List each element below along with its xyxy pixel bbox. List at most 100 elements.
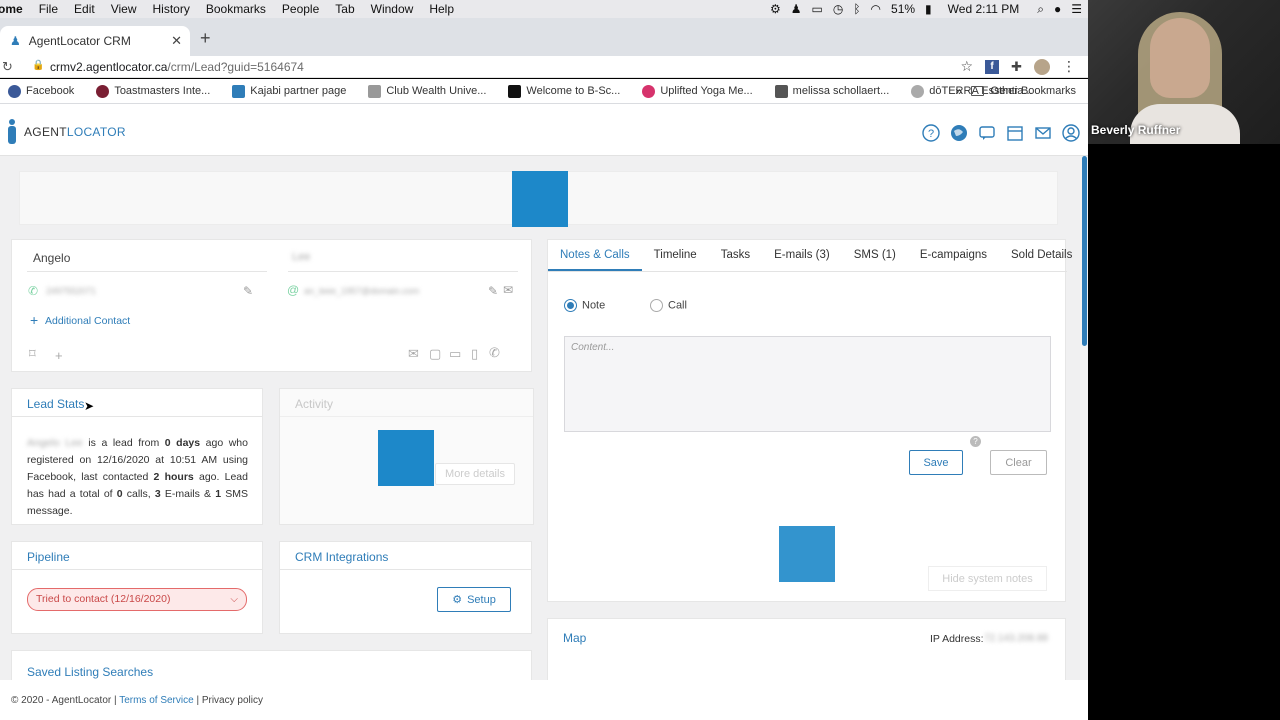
menu-bookmarks[interactable]: Bookmarks xyxy=(198,2,274,16)
terms-of-service-link[interactable]: Terms of Service xyxy=(119,695,193,706)
add-tag-icon[interactable]: + xyxy=(55,348,63,363)
bookmark-melissa[interactable]: melissa schollaert... xyxy=(767,84,889,98)
additional-contact-link[interactable]: Additional Contact xyxy=(45,315,130,327)
facebook-extension-icon[interactable]: f xyxy=(985,59,1000,74)
last-name-field[interactable]: Lee xyxy=(292,251,310,263)
tab-tasks[interactable]: Tasks xyxy=(709,240,762,271)
menu-app[interactable]: ome xyxy=(0,2,31,16)
edit-phone-icon[interactable]: ✎ xyxy=(243,284,253,298)
battery-icon[interactable]: ▮ xyxy=(925,2,932,16)
close-tab-icon[interactable]: ✕ xyxy=(171,33,182,49)
menu-help[interactable]: Help xyxy=(421,2,462,16)
browser-tab-bar: ♟ AgentLocator CRM ✕ + xyxy=(0,18,1088,56)
radio-call[interactable]: Call xyxy=(650,299,687,312)
phone-value[interactable]: 2497552071 xyxy=(46,286,96,296)
setup-button[interactable]: ⚙ Setup xyxy=(437,587,511,612)
menu-dots-icon[interactable]: ⋮ xyxy=(1062,58,1076,75)
note-content-textarea[interactable]: Content... xyxy=(564,336,1051,432)
star-icon[interactable]: ☆ xyxy=(961,58,974,75)
bookmark-b-sc[interactable]: Welcome to B-Sc... xyxy=(500,84,620,98)
zoom-icon[interactable]: ⚙ xyxy=(770,2,781,16)
calendar-icon[interactable] xyxy=(1006,124,1024,142)
tab-emails[interactable]: E-mails (3) xyxy=(762,240,842,271)
bookmarks-overflow-icon[interactable]: » xyxy=(955,84,962,98)
bookmark-club-wealth[interactable]: Club Wealth Unive... xyxy=(360,84,487,98)
spotlight-icon[interactable]: ⌕ xyxy=(1037,2,1044,17)
clock-icon[interactable]: ◷ xyxy=(833,2,843,16)
save-button[interactable]: Save xyxy=(909,450,963,475)
browser-tab[interactable]: ♟ AgentLocator CRM ✕ xyxy=(0,26,190,56)
menu-view[interactable]: View xyxy=(103,2,145,16)
video-call-tile[interactable]: Beverly Ruffner xyxy=(1088,0,1280,144)
tab-sold-details[interactable]: Sold Details xyxy=(999,240,1084,271)
reload-icon[interactable]: ↻ xyxy=(2,59,13,75)
send-email-icon[interactable]: ✉ xyxy=(503,283,513,297)
menu-history[interactable]: History xyxy=(145,2,198,16)
menu-window[interactable]: Window xyxy=(363,2,422,16)
first-name-field[interactable]: Angelo xyxy=(33,251,70,265)
brand-suffix: LOCATOR xyxy=(66,125,126,139)
mac-menu-bar: ome File Edit View History Bookmarks Peo… xyxy=(0,0,1088,18)
doterra-icon xyxy=(911,84,925,98)
bookmark-uplifted-yoga[interactable]: Uplifted Yoga Me... xyxy=(634,84,753,98)
menu-tab[interactable]: Tab xyxy=(327,2,362,16)
clock-text[interactable]: Wed 2:11 PM xyxy=(948,2,1020,16)
menu-people[interactable]: People xyxy=(274,2,327,16)
bluetooth-icon[interactable]: ᛒ xyxy=(853,2,860,16)
wifi-icon[interactable]: ◠ xyxy=(871,2,881,16)
open-mail-icon[interactable]: ✉ xyxy=(408,346,419,362)
bookmark-label: Club Wealth Unive... xyxy=(386,85,487,97)
display-icon[interactable]: ▭ xyxy=(812,2,823,16)
extensions-icon[interactable]: ✚ xyxy=(1011,59,1022,75)
help-icon[interactable]: ? xyxy=(922,124,940,142)
tab-notes-calls[interactable]: Notes & Calls xyxy=(548,240,642,271)
other-bookmarks[interactable]: Other Bookmarks xyxy=(971,85,1076,97)
radio-note[interactable]: Note xyxy=(564,299,605,312)
control-center-icon[interactable]: ☰ xyxy=(1071,2,1082,16)
mouse-cursor-icon: ➤ xyxy=(84,399,95,413)
app-logo[interactable]: AGENTLOCATOR xyxy=(6,118,126,146)
pipeline-status-select[interactable]: Tried to contact (12/16/2020) ⌵ xyxy=(27,588,247,611)
page-footer: © 2020 - AgentLocator | Terms of Service… xyxy=(0,680,1088,720)
profile-avatar[interactable] xyxy=(1034,58,1050,75)
tab-sms[interactable]: SMS (1) xyxy=(842,240,908,271)
agent-figure-icon xyxy=(8,119,16,144)
page-scrollbar[interactable] xyxy=(1080,156,1088,680)
clear-button[interactable]: Clear xyxy=(990,450,1047,475)
address-bar-row: ↻ 🔒 crmv2.agentlocator.ca/crm/Lead?guid=… xyxy=(0,56,1088,78)
tab-e-campaigns[interactable]: E-campaigns xyxy=(908,240,999,271)
chat-icon[interactable] xyxy=(978,124,996,142)
menu-edit[interactable]: Edit xyxy=(66,2,103,16)
bookmark-facebook[interactable]: Facebook xyxy=(0,84,74,98)
scrollbar-thumb[interactable] xyxy=(1082,156,1087,346)
menu-file[interactable]: File xyxy=(31,2,66,16)
email-value[interactable]: an_leee_1957@domain.com xyxy=(304,286,419,296)
sms-icon[interactable]: ▭ xyxy=(449,346,461,362)
battery-percent[interactable]: 51% xyxy=(891,2,915,16)
lock-icon[interactable]: 🔒 xyxy=(32,60,44,71)
mail-icon[interactable] xyxy=(1034,124,1052,142)
lead-stats-title[interactable]: Lead Stats xyxy=(27,397,84,411)
hide-system-notes-button[interactable]: Hide system notes xyxy=(928,566,1047,591)
bookmark-toastmasters[interactable]: Toastmasters Inte... xyxy=(88,84,210,98)
calendar-small-icon[interactable]: ▢ xyxy=(429,346,441,362)
tab-timeline[interactable]: Timeline xyxy=(642,240,709,271)
bookmark-icon[interactable]: ⌑ xyxy=(29,346,36,362)
bookmark-kajabi[interactable]: Kajabi partner page xyxy=(224,84,346,98)
help-small-icon[interactable]: ? xyxy=(970,436,981,447)
document-icon[interactable]: ▯ xyxy=(471,346,478,362)
edit-email-icon[interactable]: ✎ xyxy=(488,284,498,298)
siri-icon[interactable]: ● xyxy=(1054,2,1061,16)
privacy-policy-link[interactable]: | Privacy policy xyxy=(194,695,263,706)
setup-label: Setup xyxy=(467,593,496,606)
user-icon[interactable] xyxy=(1062,124,1080,142)
new-tab-icon[interactable]: + xyxy=(200,28,211,49)
call-icon[interactable]: ✆ xyxy=(489,345,500,361)
activity-title[interactable]: Activity xyxy=(295,397,333,411)
globe-icon[interactable] xyxy=(950,124,968,142)
person-icon[interactable]: ♟ xyxy=(791,2,802,16)
more-details-button[interactable]: More details xyxy=(435,463,515,485)
melissa-icon xyxy=(774,84,788,98)
url-field[interactable]: crmv2.agentlocator.ca/crm/Lead?guid=5164… xyxy=(50,60,304,74)
add-contact-icon[interactable]: + xyxy=(30,312,38,328)
